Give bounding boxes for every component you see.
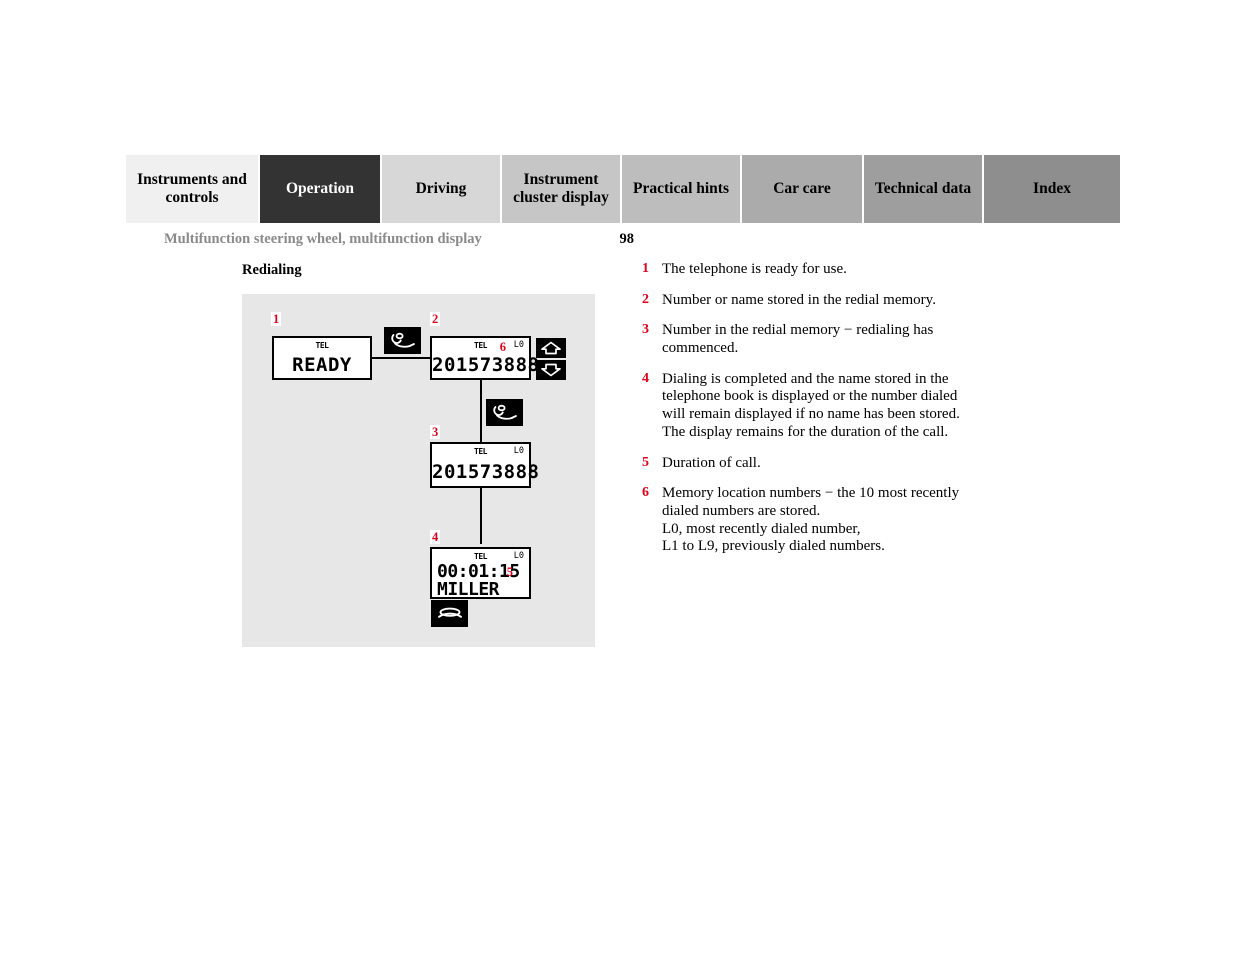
legend-item: 1 The telephone is ready for use.: [640, 261, 990, 279]
display-1-tel-label: TEL: [315, 341, 329, 350]
breadcrumb: Multifunction steering wheel, multifunct…: [164, 231, 482, 247]
legend-item-text: Duration of call.: [662, 454, 761, 471]
legend-item-number: 6: [642, 485, 649, 501]
phone-offhook-icon-1[interactable]: [384, 327, 421, 354]
legend-item-number: 5: [642, 454, 649, 470]
legend-item-text: Dialing is completed and the name stored…: [662, 370, 949, 387]
connector-line-3-4: [480, 488, 482, 544]
tab-index[interactable]: Index: [984, 155, 1120, 223]
tab-instrument-cluster-display[interactable]: Instrument cluster display: [502, 155, 620, 223]
tab-instruments-and-controls[interactable]: Instruments and controls: [126, 155, 258, 223]
legend-item-text: The display remains for the duration of …: [662, 423, 949, 440]
legend-item-text: The telephone is ready for use.: [662, 261, 847, 277]
legend-item-number: 1: [642, 261, 649, 276]
legend-list: 1 The telephone is ready for use. 2 Number …: [640, 261, 990, 569]
display-4-memory-label: L0: [513, 551, 524, 561]
display-screen-4: TEL L0 00:01:15 5 MILLER: [430, 547, 531, 600]
display-screen-2: TEL L0 6 201573888: [430, 336, 540, 380]
callout-4: 4: [430, 530, 441, 544]
legend-item-text: Number in the redial memory − redialing …: [662, 322, 934, 339]
legend-item: 5 Duration of call.: [640, 455, 990, 473]
legend-item-text: L0, most recently dialed number,: [662, 520, 861, 537]
legend-item: 6 Memory location numbers − the 10 most r…: [640, 485, 990, 556]
legend-item-text: Memory location numbers − the 10 most re…: [662, 485, 960, 502]
legend-item-number: 2: [642, 291, 649, 307]
legend-item-text: telephone book is displayed or the numbe…: [662, 388, 958, 405]
page-number: 98: [619, 231, 635, 247]
tab-operation[interactable]: Operation: [260, 155, 380, 223]
legend-item-text: L1 to L9, previously dialed numbers.: [662, 538, 885, 555]
callout-1: 1: [271, 312, 282, 326]
chapter-tab-bar: Instruments and controls Operation Driving…: [126, 155, 1120, 223]
display-3-memory-label: L0: [513, 446, 524, 456]
display-2-memory-label: L0: [513, 340, 524, 350]
callout-6: 6: [499, 340, 506, 354]
callout-3: 3: [430, 425, 441, 439]
legend-item-text: commenced.: [662, 340, 739, 357]
callout-2: 2: [430, 312, 441, 326]
legend-item: 2 Number or name stored in the redial mem…: [640, 292, 990, 310]
legend-item-text: Number or name stored in the redial memo…: [662, 291, 936, 308]
breadcrumb-row: Multifunction steering wheel, multifunct…: [164, 231, 634, 251]
legend-item: 3 Number in the redial memory − redialing…: [640, 322, 990, 357]
arrow-up-icon[interactable]: [536, 338, 566, 358]
tab-practical-hints[interactable]: Practical hints: [622, 155, 740, 223]
display-2-main-text: 201573888: [432, 354, 540, 376]
display-4-caller-name: MILLER: [437, 579, 500, 600]
phone-offhook-icon-2[interactable]: [486, 399, 523, 426]
callout-5: 5: [506, 565, 513, 579]
phone-onhook-icon[interactable]: [431, 600, 468, 627]
tab-technical-data[interactable]: Technical data: [864, 155, 982, 223]
legend-item-text: dialed numbers are stored.: [662, 502, 821, 519]
legend-item-number: 3: [642, 322, 649, 338]
display-screen-1: TEL READY: [272, 336, 372, 380]
tab-driving[interactable]: Driving: [382, 155, 500, 223]
legend-item: 4 Dialing is completed and the name store…: [640, 371, 990, 442]
legend-item-text: will remain displayed if no name has bee…: [662, 406, 960, 423]
page-title: Redialing: [242, 262, 302, 278]
arrow-down-icon[interactable]: [536, 360, 566, 380]
connector-line-1-2: [371, 357, 433, 359]
tab-car-care[interactable]: Car care: [742, 155, 862, 223]
display-1-main-text: READY: [292, 354, 352, 376]
display-3-main-text: 201573888: [432, 461, 540, 483]
diagram-panel: 1 TEL READY 2 TEL L0 6 201573888 3 TEL L…: [242, 294, 595, 647]
legend-item-number: 4: [642, 370, 649, 386]
display-screen-3: TEL L0 201573888: [430, 442, 540, 488]
